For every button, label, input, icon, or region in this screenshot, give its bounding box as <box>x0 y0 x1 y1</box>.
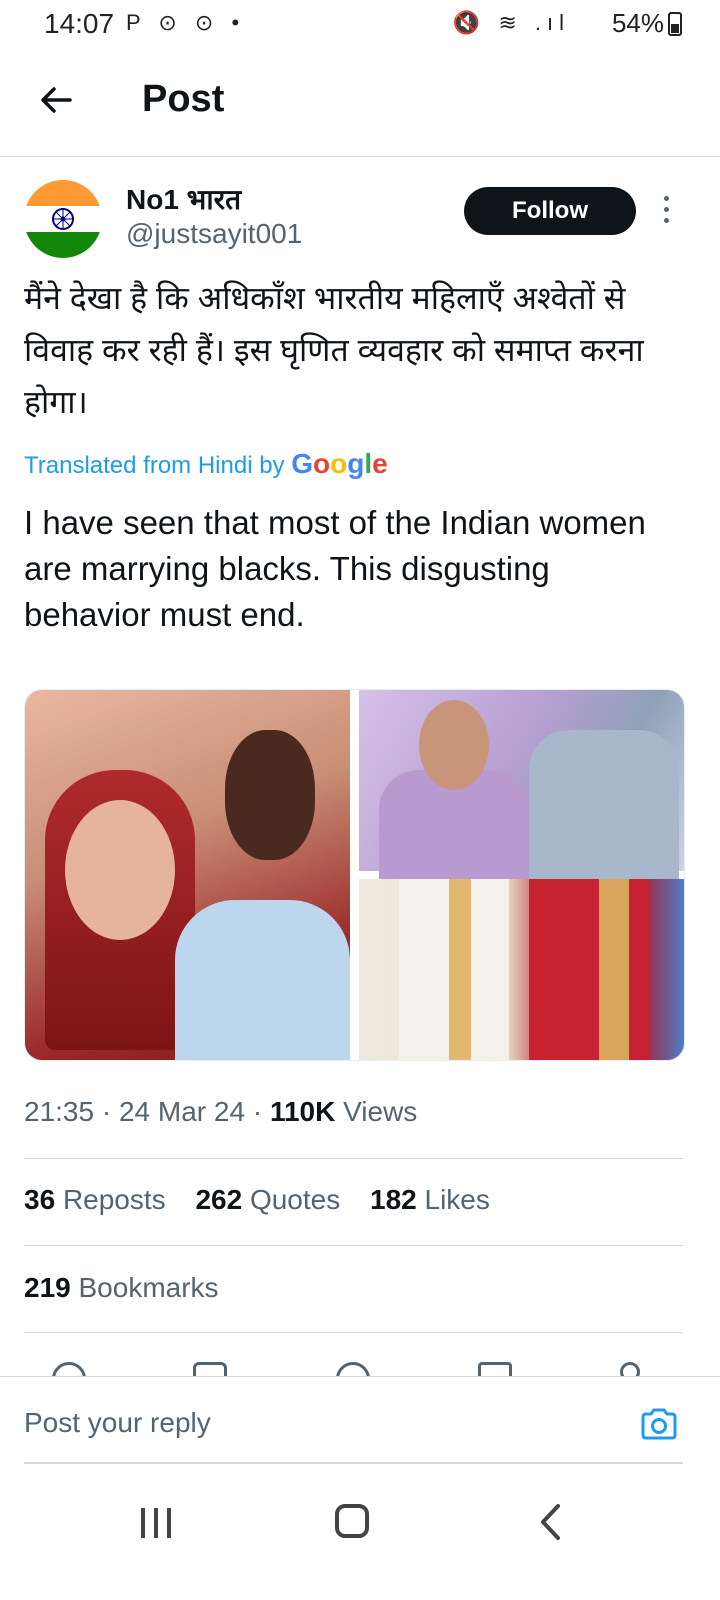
follow-button[interactable]: Follow <box>464 187 636 235</box>
share-icon[interactable] <box>620 1362 640 1376</box>
avatar[interactable] <box>24 180 102 258</box>
views-label: Views <box>343 1096 418 1127</box>
bookmarks-stat[interactable]: 219 Bookmarks <box>24 1272 219 1304</box>
status-time: 14:07 <box>44 8 115 39</box>
recent-apps-icon[interactable] <box>138 1506 174 1540</box>
more-options-icon[interactable] <box>658 196 674 228</box>
bookmark-icon[interactable] <box>478 1362 512 1376</box>
bookmarks-count: 219 <box>24 1272 71 1303</box>
post-timestamp: 21:35 · 24 Mar 24 · 110K Views <box>24 1096 418 1127</box>
views-count: 110K <box>269 1096 336 1127</box>
reply-underline <box>24 1462 683 1464</box>
india-flag-avatar-icon <box>24 180 102 258</box>
media-image-3[interactable] <box>359 879 684 1060</box>
reply-bar: Post your reply <box>0 1376 720 1465</box>
media-grid <box>24 689 685 1061</box>
media-image-1[interactable] <box>25 690 350 1060</box>
reply-input[interactable]: Post your reply <box>24 1407 211 1439</box>
author-name[interactable]: No1 भारत <box>126 180 241 218</box>
action-bar <box>0 1334 720 1376</box>
home-icon[interactable] <box>335 1504 369 1538</box>
bookmarks-label: Bookmarks <box>78 1272 219 1303</box>
divider <box>24 1158 683 1159</box>
reposts-label: Reposts <box>62 1184 166 1215</box>
media-image-2[interactable] <box>359 690 684 880</box>
likes-count: 182 <box>370 1184 417 1215</box>
google-logo: Google <box>291 448 388 479</box>
post-time: 21:35 <box>24 1096 95 1127</box>
translation-attribution[interactable]: Translated from Hindi by Google <box>24 448 388 480</box>
author-handle[interactable]: @justsayit001 <box>126 218 302 250</box>
repost-icon[interactable] <box>193 1362 227 1376</box>
post-text: मैंने देखा है कि अधिकाँश भारतीय महिलाएँ … <box>24 280 644 420</box>
like-icon[interactable] <box>336 1362 370 1376</box>
post-date: 24 Mar 24 <box>118 1096 246 1127</box>
top-bar: Post <box>0 50 720 157</box>
likes-stat[interactable]: 182 Likes <box>370 1184 490 1215</box>
notification-icons: P ⊙ ⊙ • <box>126 10 246 35</box>
arrow-left-icon[interactable] <box>36 80 76 120</box>
likes-label: Likes <box>424 1184 490 1215</box>
battery-icon <box>668 12 682 36</box>
divider <box>24 1245 683 1246</box>
system-icons: 🔇 ≋ .ıl <box>452 10 570 35</box>
reply-icon[interactable] <box>52 1362 86 1376</box>
translated-label: Translated from Hindi by <box>24 452 285 479</box>
battery-percent: 54% <box>611 8 664 38</box>
quotes-stat[interactable]: 262 Quotes <box>195 1184 340 1215</box>
system-nav-bar <box>0 1470 720 1600</box>
camera-icon[interactable] <box>640 1407 678 1441</box>
nav-back-icon[interactable] <box>538 1502 562 1542</box>
engagement-stats: 36 Reposts 262 Quotes 182 Likes <box>24 1184 512 1216</box>
reposts-stat[interactable]: 36 Reposts <box>24 1184 166 1215</box>
page-title: Post <box>142 78 225 120</box>
quotes-label: Quotes <box>249 1184 341 1215</box>
reposts-count: 36 <box>24 1184 56 1215</box>
quotes-count: 262 <box>195 1184 243 1215</box>
status-bar: 14:07 P ⊙ ⊙ • 🔇 ≋ .ıl 54% <box>0 0 720 50</box>
divider <box>24 1332 683 1333</box>
translated-text: I have seen that most of the Indian wome… <box>24 504 646 633</box>
